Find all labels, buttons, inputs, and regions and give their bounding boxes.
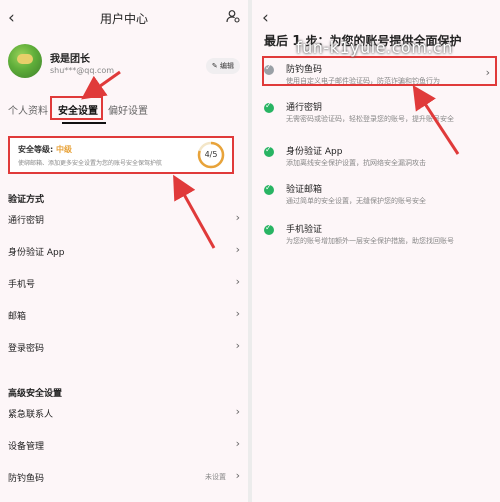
row-phone[interactable]: 手机号 › (8, 274, 240, 292)
row-label: 通行密钥 (8, 216, 45, 226)
chevron-right-icon: › (235, 243, 240, 256)
highlight-box-security-tab (50, 96, 103, 120)
row-label: 设备管理 (8, 442, 45, 452)
chevron-right-icon: › (235, 469, 240, 482)
step-description: 添加离线安全保护设置，抗网络安全漏洞攻击 (286, 159, 426, 167)
user-email: shu***@qq.com (50, 66, 115, 75)
edit-label: 编辑 (220, 62, 234, 70)
chevron-right-icon: › (235, 211, 240, 224)
row-email[interactable]: 邮箱 › (8, 306, 240, 324)
user-settings-icon[interactable] (226, 9, 240, 23)
check-circle-icon (264, 183, 274, 195)
tab-preferences[interactable]: 偏好设置 (108, 102, 148, 117)
edit-icon: ✎ (211, 62, 218, 70)
user-center-screen: ‹ 用户中心 我是团长 shu***@qq.com ✎ 编辑 个人资料 安全设置… (0, 0, 248, 502)
row-label: 防钓鱼码 (8, 474, 45, 484)
heading-prefix: 最后 (264, 34, 289, 48)
step-authenticator-app[interactable]: 身份验证 App 添加离线安全保护设置，抗网络安全漏洞攻击 (264, 144, 492, 172)
step-title: 手机验证 (286, 225, 323, 235)
step-phone-verify[interactable]: 手机验证 为您的账号增加额外一层安全保护措施，助您找回账号 (264, 222, 492, 250)
avatar[interactable] (8, 44, 42, 78)
settings-tabs: 个人资料 安全设置 偏好设置 (8, 102, 240, 126)
security-level-label: 安全等级: 中级 (18, 144, 72, 155)
tab-personal-info[interactable]: 个人资料 (8, 102, 48, 117)
step-description: 为您的账号增加额外一层安全保护措施，助您找回账号 (286, 237, 454, 245)
step-title: 验证邮箱 (286, 185, 323, 195)
check-circle-icon (264, 223, 274, 235)
step-verify-email[interactable]: 验证邮箱 通过简单的安全设置，无缝保护您的账号安全 (264, 182, 492, 210)
active-tab-underline (62, 122, 106, 124)
row-label: 紧急联系人 (8, 410, 54, 420)
step-description: 通过简单的安全设置，无缝保护您的账号安全 (286, 197, 426, 205)
row-label: 邮箱 (8, 312, 27, 322)
chevron-right-icon: › (235, 275, 240, 288)
step-description: 无需密码或验证码，轻松登录您的账号，提升账号安全 (286, 115, 454, 123)
profile-header: 我是团长 shu***@qq.com ✎ 编辑 (8, 44, 240, 80)
highlight-box-anti-phishing (262, 56, 497, 86)
step-title: 通行密钥 (286, 103, 323, 113)
back-icon[interactable]: ‹ (262, 8, 269, 28)
row-passkey[interactable]: 通行密钥 › (8, 210, 240, 228)
row-device-management[interactable]: 设备管理 › (8, 436, 240, 454)
row-authenticator-app[interactable]: 身份验证 App › (8, 242, 240, 260)
user-name: 我是团长 (50, 54, 90, 65)
security-level-title: 安全等级: (18, 145, 54, 154)
row-label: 身份验证 App (8, 248, 65, 258)
row-label: 登录密码 (8, 344, 45, 354)
edit-profile-button[interactable]: ✎ 编辑 (205, 58, 240, 74)
step-title: 身份验证 App (286, 147, 343, 157)
row-anti-phishing-code[interactable]: 防钓鱼码 未设置 › (8, 468, 240, 486)
row-label: 手机号 (8, 280, 36, 290)
chevron-right-icon: › (235, 307, 240, 320)
page-title: 用户中心 (99, 12, 148, 26)
check-circle-icon (264, 101, 274, 113)
watermark-text: fun-k1yule.com.cn (296, 38, 453, 57)
verify-methods-title: 验证方式 (8, 195, 45, 205)
row-emergency-contact[interactable]: 紧急联系人 › (8, 404, 240, 422)
check-circle-icon (264, 145, 274, 157)
row-login-password[interactable]: 登录密码 › (8, 338, 240, 356)
security-level-card[interactable]: 安全等级: 中级 使绑邮箱、添加更多安全设置为您的账号安全保驾护航 4/5 (8, 136, 234, 174)
chevron-right-icon: › (235, 405, 240, 418)
chevron-right-icon: › (235, 437, 240, 450)
top-bar: ‹ 用户中心 (0, 0, 248, 36)
security-progress-text: 4/5 (204, 150, 218, 159)
advanced-security-title: 高级安全设置 (8, 389, 63, 399)
row-value: 未设置 (205, 473, 226, 481)
security-level-value: 中级 (56, 145, 72, 154)
step-passkey[interactable]: 通行密钥 无需密码或验证码，轻松登录您的账号，提升账号安全 (264, 100, 492, 128)
chevron-right-icon: › (235, 339, 240, 352)
security-level-description: 使绑邮箱、添加更多安全设置为您的账号安全保驾护航 (18, 160, 163, 167)
